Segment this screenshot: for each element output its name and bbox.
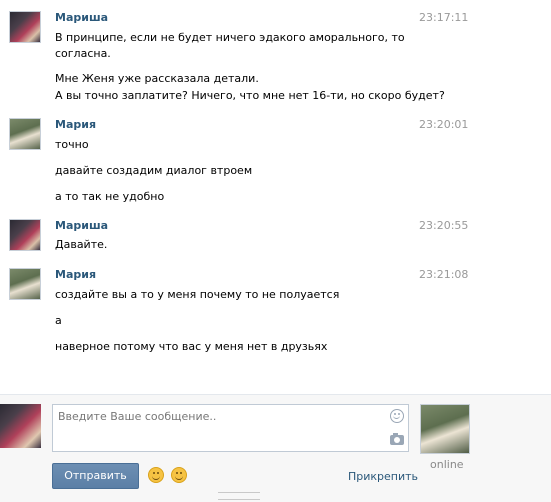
message-time: 23:21:08: [419, 268, 469, 281]
compose-area: Введите Ваше сообщение.. Отправить Прикр…: [0, 394, 551, 502]
avatar[interactable]: [9, 219, 41, 251]
message-text: а то так не удобно: [55, 190, 165, 203]
message-list: Мариша 23:17:11 В принципе, если не буде…: [0, 0, 551, 394]
attach-link[interactable]: Прикрепить: [348, 470, 418, 483]
my-avatar[interactable]: [0, 404, 41, 448]
message-time: 23:17:11: [419, 11, 469, 24]
message-text: точно: [55, 138, 89, 151]
message-text: Давайте.: [55, 238, 108, 251]
message-author[interactable]: Мариша: [55, 219, 108, 232]
camera-icon[interactable]: [390, 433, 404, 445]
message-text: В принципе, если не будет ничего эдакого…: [55, 31, 405, 44]
message-author[interactable]: Мария: [55, 118, 96, 131]
message-text: давайте создадим диалог втроем: [55, 164, 253, 177]
message-author[interactable]: Мария: [55, 268, 96, 281]
avatar[interactable]: [9, 11, 41, 43]
message-text: согласна.: [55, 47, 111, 60]
message-text: А вы точно заплатите? Ничего, что мне не…: [55, 89, 445, 102]
send-button[interactable]: Отправить: [52, 463, 139, 489]
message-text: наверное потому что вас у меня нет в дру…: [55, 340, 328, 353]
smile-icon[interactable]: [390, 409, 404, 423]
message-author[interactable]: Мариша: [55, 11, 108, 24]
message-time: 23:20:01: [419, 118, 469, 131]
message-input[interactable]: Введите Ваше сообщение..: [52, 404, 409, 452]
message-time: 23:20:55: [419, 219, 469, 232]
message-text: а: [55, 314, 62, 327]
online-status: online: [430, 458, 464, 471]
resize-handle[interactable]: [218, 492, 260, 500]
avatar[interactable]: [9, 268, 41, 300]
kiss-emoji-icon[interactable]: [171, 467, 187, 483]
message-input-placeholder: Введите Ваше сообщение..: [58, 410, 217, 423]
message-text: Мне Женя уже рассказала детали.: [55, 72, 259, 85]
peer-avatar[interactable]: [420, 404, 470, 454]
message-text: создайте вы а то у меня почему то не пол…: [55, 288, 340, 301]
avatar[interactable]: [9, 118, 41, 150]
smile-emoji-icon[interactable]: [148, 467, 164, 483]
